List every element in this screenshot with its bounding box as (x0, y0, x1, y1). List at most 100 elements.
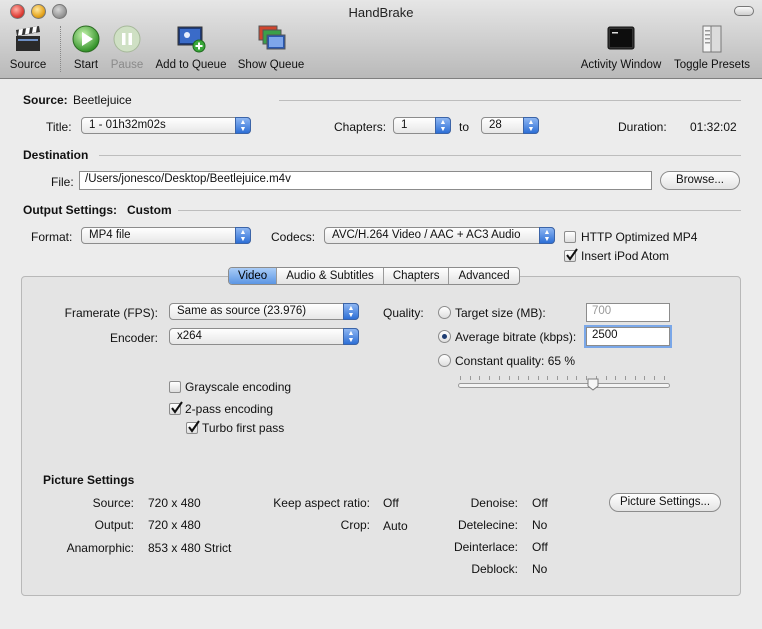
http-optimized-checkbox[interactable] (564, 231, 576, 243)
two-pass-label: 2-pass encoding (185, 402, 274, 416)
output-settings-heading: Output Settings: (23, 203, 117, 217)
checkmark-icon (566, 248, 578, 261)
average-bitrate-field[interactable]: 2500 (586, 327, 670, 346)
average-bitrate-label: Average bitrate (kbps): (455, 330, 577, 344)
settings-tab-bar: Video Audio & Subtitles Chapters Advance… (228, 267, 520, 285)
slider-knob-icon[interactable] (587, 378, 599, 391)
toggle-presets-button[interactable]: Toggle Presets (672, 24, 752, 71)
slider-tick (566, 376, 568, 380)
tab-chapters[interactable]: Chapters (384, 268, 450, 284)
checkmark-icon (171, 401, 183, 414)
add-to-queue-icon (177, 26, 206, 53)
output-divider (178, 210, 741, 211)
two-pass-checkbox[interactable] (169, 401, 183, 415)
constant-quality-label: Constant quality: 65 % (455, 354, 576, 368)
slider-tick (498, 376, 500, 380)
ipod-atom-checkbox[interactable] (564, 248, 578, 262)
crop-value: Auto (383, 519, 408, 533)
source-divider (279, 100, 741, 101)
framerate-popup[interactable]: Same as source (23.976) ▲ ▼ (169, 303, 359, 320)
average-bitrate-radio[interactable] (438, 330, 451, 343)
encoder-label: Encoder: (109, 331, 158, 345)
crop-label: Crop: (340, 518, 370, 532)
target-size-field[interactable]: 700 (586, 303, 670, 322)
denoise-value: Off (532, 496, 548, 510)
toolbar-toggle-button[interactable] (734, 6, 754, 16)
destination-divider (99, 155, 741, 156)
turbo-first-pass-checkbox[interactable] (186, 420, 200, 434)
picture-output-value: 720 x 480 (148, 518, 201, 532)
encoder-value: x264 (177, 330, 202, 342)
chapter-start-popup[interactable]: 1 ▲ ▼ (393, 117, 451, 134)
show-queue-label: Show Queue (237, 59, 305, 71)
deinterlace-label: Deinterlace: (453, 540, 518, 554)
source-button[interactable]: Source (8, 24, 48, 71)
slider-tick (527, 376, 529, 380)
to-label: to (459, 120, 470, 134)
terminal-icon (607, 26, 635, 50)
grayscale-checkbox[interactable] (169, 381, 181, 393)
chapter-end-popup[interactable]: 28 ▲ ▼ (481, 117, 539, 134)
checkmark-icon (188, 420, 200, 433)
activity-window-button[interactable]: Activity Window (578, 24, 664, 71)
output-preset-name: Custom (127, 203, 172, 217)
duration-value: 01:32:02 (690, 120, 737, 134)
show-queue-icon (258, 25, 286, 50)
codecs-label: Codecs: (271, 230, 316, 244)
target-size-radio[interactable] (438, 306, 451, 319)
quality-label: Quality: (383, 306, 424, 320)
detelecine-value: No (532, 518, 548, 532)
toolbar-separator (60, 26, 61, 72)
file-path-field[interactable]: /Users/jonesco/Desktop/Beetlejuice.m4v (79, 171, 652, 190)
format-value: MP4 file (89, 229, 131, 241)
pause-button[interactable]: Pause (108, 24, 146, 71)
slider-tick (605, 376, 607, 380)
slider-tick (615, 376, 617, 380)
popup-arrows-icon: ▲ ▼ (343, 328, 359, 345)
source-name: Beetlejuice (73, 93, 132, 107)
handbrake-window: HandBrake Source Start Pause Add to Queu… (0, 0, 762, 629)
toggle-presets-label: Toggle Presets (673, 59, 751, 71)
picture-settings-button[interactable]: Picture Settings... (609, 493, 721, 512)
picture-settings-heading: Picture Settings (43, 473, 135, 487)
denoise-label: Denoise: (470, 496, 518, 510)
slider-tick (654, 376, 655, 380)
pause-label: Pause (110, 59, 144, 71)
chapter-end-value: 28 (489, 119, 502, 131)
presets-drawer-icon (702, 25, 722, 53)
chapter-start-value: 1 (401, 119, 408, 131)
show-queue-button[interactable]: Show Queue (236, 24, 306, 71)
slider-tick (663, 376, 665, 380)
keep-aspect-label: Keep aspect ratio: (273, 496, 370, 510)
tab-advanced[interactable]: Advanced (449, 268, 518, 284)
slider-tick (557, 376, 558, 380)
codecs-popup[interactable]: AVC/H.264 Video / AAC + AC3 Audio ▲ ▼ (324, 227, 555, 244)
title-label: Title: (46, 120, 72, 134)
quality-slider[interactable] (458, 383, 670, 388)
pause-icon (113, 25, 141, 53)
title-popup[interactable]: 1 - 01h32m02s ▲ ▼ (81, 117, 251, 134)
framerate-value: Same as source (23.976) (177, 305, 307, 317)
slider-tick (576, 376, 578, 380)
http-optimized-label: HTTP Optimized MP4 (581, 230, 698, 244)
constant-quality-radio[interactable] (438, 354, 451, 367)
add-to-queue-button[interactable]: Add to Queue (152, 24, 230, 71)
title-toolbar: HandBrake Source Start Pause Add to Queu… (0, 0, 762, 79)
picture-output-label: Output: (94, 518, 134, 532)
start-button[interactable]: Start (68, 24, 104, 71)
tab-audio-subtitles[interactable]: Audio & Subtitles (277, 268, 384, 284)
browse-button[interactable]: Browse... (660, 171, 740, 190)
add-to-queue-label: Add to Queue (155, 59, 227, 71)
popup-arrows-icon: ▲ ▼ (235, 227, 251, 244)
slider-tick (469, 376, 471, 380)
format-popup[interactable]: MP4 file ▲ ▼ (81, 227, 251, 244)
framerate-label: Framerate (FPS): (64, 306, 158, 320)
detelecine-label: Detelecine: (457, 518, 518, 532)
tab-video[interactable]: Video (229, 268, 278, 284)
target-size-label: Target size (MB): (455, 306, 546, 320)
popup-arrows-icon: ▲ ▼ (235, 117, 251, 134)
encoder-popup[interactable]: x264 ▲ ▼ (169, 328, 359, 345)
title-popup-value: 1 - 01h32m02s (89, 119, 166, 131)
deinterlace-value: Off (532, 540, 548, 554)
slider-tick (537, 376, 539, 380)
